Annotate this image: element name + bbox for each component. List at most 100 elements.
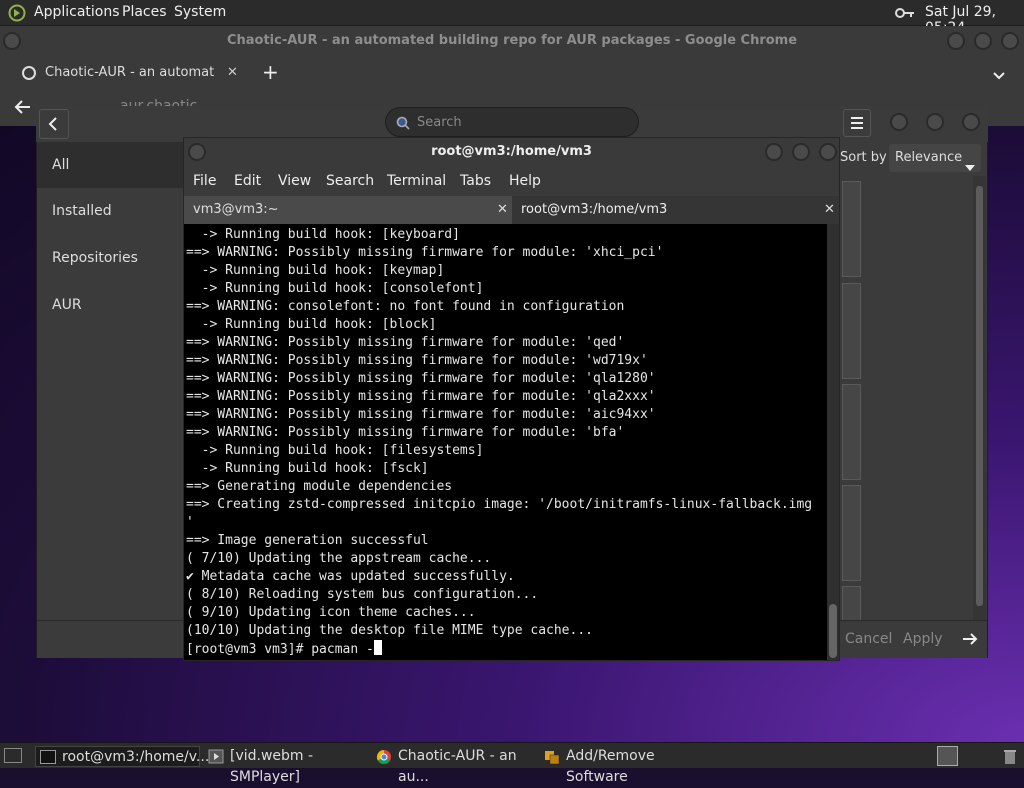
terminal-minimize-icon[interactable] — [765, 143, 783, 161]
terminal-line: ( 9/10) Updating icon theme caches... — [186, 605, 476, 620]
terminal-line: ( 7/10) Updating the appstream cache... — [186, 551, 492, 566]
terminal-line: -> Running build hook: [block] — [186, 317, 437, 332]
terminal-line: ==> Generating module dependencies — [186, 479, 453, 494]
new-tab-button[interactable]: + — [262, 60, 279, 84]
terminal-line: ✔ Metadata cache was updated successfull… — [186, 569, 515, 584]
terminal-scrollbar-thumb[interactable] — [829, 604, 837, 658]
terminal-line: ==> WARNING: Possibly missing firmware f… — [186, 245, 664, 260]
minimize-icon[interactable] — [947, 32, 965, 50]
terminal-maximize-icon[interactable] — [792, 143, 810, 161]
sidebar-item-repositories[interactable]: Repositories — [37, 235, 183, 281]
menu-view[interactable]: View — [278, 173, 311, 189]
terminal-line: -> Running build hook: [consolefont] — [186, 281, 484, 296]
taskbar-item-software[interactable]: Add/Remove Software — [542, 746, 712, 785]
terminal-titlebar: root@vm3:/home/vm3 — [184, 138, 839, 168]
chrome-tab-title: Chaotic-AUR - an automated — [45, 65, 215, 80]
close-icon[interactable] — [1001, 32, 1019, 50]
sw-maximize-icon[interactable] — [926, 113, 944, 131]
terminal-scrollbar[interactable] — [827, 224, 839, 660]
terminal-line: ==> Image generation successful — [186, 533, 429, 548]
show-desktop-icon[interactable] — [4, 748, 22, 763]
smplayer-app-icon — [208, 749, 224, 764]
terminal-line: ( 8/10) Reloading system bus configurati… — [186, 587, 539, 602]
sw-close-icon[interactable] — [962, 113, 980, 131]
taskbar-item-label: Chaotic-AUR - an au... — [398, 748, 517, 785]
terminal-menubar: File Edit View Search Terminal Tabs Help — [184, 168, 839, 196]
scrollbar-thumb[interactable] — [976, 186, 983, 606]
transaction-arrow-icon[interactable] — [961, 630, 979, 648]
terminal-close-icon[interactable] — [819, 143, 837, 161]
menu-tabs[interactable]: Tabs — [460, 173, 491, 189]
apply-button[interactable]: Apply — [903, 631, 943, 647]
sort-dropdown[interactable]: Relevance — [889, 144, 981, 172]
taskbar-item-terminal[interactable]: root@vm3:/home/v... — [35, 746, 209, 767]
package-card[interactable] — [842, 283, 861, 379]
sidebar-item-all[interactable]: All — [37, 142, 183, 188]
menu-file[interactable]: File — [193, 173, 216, 189]
terminal-prompt: [root@vm3 vm3]# pacman - — [186, 642, 374, 657]
terminal-tab-close-icon[interactable]: ✕ — [824, 196, 835, 224]
terminal-tabbar: vm3@vm3:~ ✕ root@vm3:/home/vm3 ✕ — [184, 196, 839, 224]
back-arrow-icon[interactable] — [14, 98, 32, 116]
tab-close-icon[interactable]: ✕ — [227, 60, 238, 86]
dropdown-arrow-icon — [965, 155, 975, 171]
maximize-icon[interactable] — [974, 32, 992, 50]
terminal-title: root@vm3:/home/vm3 — [431, 144, 592, 159]
menu-terminal[interactable]: Terminal — [387, 173, 446, 189]
terminal-line: ==> WARNING: Possibly missing firmware f… — [186, 353, 648, 368]
key-icon[interactable] — [895, 7, 915, 19]
terminal-output[interactable]: -> Running build hook: [keyboard] ==> WAR… — [184, 224, 827, 660]
menu-help[interactable]: Help — [509, 173, 541, 189]
cancel-button[interactable]: Cancel — [845, 631, 892, 647]
menu-edit[interactable]: Edit — [234, 173, 261, 189]
window-menu-icon[interactable] — [3, 32, 21, 50]
terminal-tab-label: root@vm3:/home/vm3 — [521, 202, 668, 217]
search-input[interactable]: Search — [385, 107, 639, 137]
package-card[interactable] — [842, 384, 861, 480]
terminal-line: ==> WARNING: Possibly missing firmware f… — [186, 371, 656, 386]
chrome-window-titlebar: Chaotic-AUR - an automated building repo… — [0, 26, 1024, 56]
terminal-line: ==> Creating zstd-compressed initcpio im… — [186, 497, 813, 512]
terminal-tab-vm3[interactable]: vm3@vm3:~ ✕ — [184, 196, 512, 224]
terminal-line: (10/10) Updating the desktop file MIME t… — [186, 623, 593, 638]
terminal-line: -> Running build hook: [keymap] — [186, 263, 445, 278]
terminal-app-icon — [40, 750, 56, 764]
sidebar-item-aur[interactable]: AUR — [37, 282, 183, 328]
applications-menu[interactable]: Applications — [34, 4, 120, 20]
sidebar-item-installed[interactable]: Installed — [37, 188, 183, 234]
back-button[interactable] — [39, 109, 69, 139]
terminal-prompt-line[interactable]: [root@vm3 vm3]# pacman - — [186, 640, 827, 659]
taskbar-item-label: root@vm3:/home/v... — [62, 749, 210, 765]
package-card[interactable] — [842, 586, 861, 622]
taskbar-item-chrome[interactable]: Chaotic-AUR - an au... — [374, 746, 536, 785]
package-app-icon — [544, 749, 560, 765]
hamburger-menu-icon[interactable] — [843, 109, 871, 137]
terminal-tab-close-icon[interactable]: ✕ — [497, 196, 508, 224]
terminal-line: ==> WARNING: Possibly missing firmware f… — [186, 407, 656, 422]
search-placeholder: Search — [417, 115, 462, 130]
taskbar-item-smplayer[interactable]: [vid.webm - SMPlayer] — [206, 746, 366, 785]
places-menu[interactable]: Places — [122, 4, 167, 20]
chrome-tab-chaotic-aur[interactable]: Chaotic-AUR - an automated ✕ — [10, 60, 246, 90]
workspace-switcher[interactable] — [937, 746, 958, 766]
results-scrollbar[interactable] — [973, 176, 986, 620]
package-card[interactable] — [842, 181, 861, 277]
system-menu[interactable]: System — [174, 4, 226, 20]
terminal-line: ==> WARNING: Possibly missing firmware f… — [186, 425, 625, 440]
terminal-tab-label: vm3@vm3:~ — [193, 202, 279, 217]
menu-search[interactable]: Search — [326, 173, 374, 189]
terminal-line: ==> WARNING: consolefont: no font found … — [186, 299, 625, 314]
package-card[interactable] — [842, 485, 861, 581]
trash-icon[interactable] — [1003, 747, 1017, 765]
chevron-down-icon[interactable] — [993, 66, 1005, 80]
terminal-line: ==> WARNING: Possibly missing firmware f… — [186, 335, 625, 350]
sw-minimize-icon[interactable] — [890, 113, 908, 131]
chrome-app-icon — [376, 749, 392, 765]
terminal-tab-root[interactable]: root@vm3:/home/vm3 ✕ — [512, 196, 839, 224]
gnome-foot-icon[interactable] — [8, 4, 26, 22]
terminal-line: -> Running build hook: [filesystems] — [186, 443, 484, 458]
terminal-line: -> Running build hook: [keyboard] — [186, 227, 460, 242]
bottom-panel: root@vm3:/home/v... [vid.webm - SMPlayer… — [0, 742, 1024, 785]
sort-label: Sort by — [840, 150, 887, 165]
terminal-window-menu-icon[interactable] — [188, 143, 206, 161]
